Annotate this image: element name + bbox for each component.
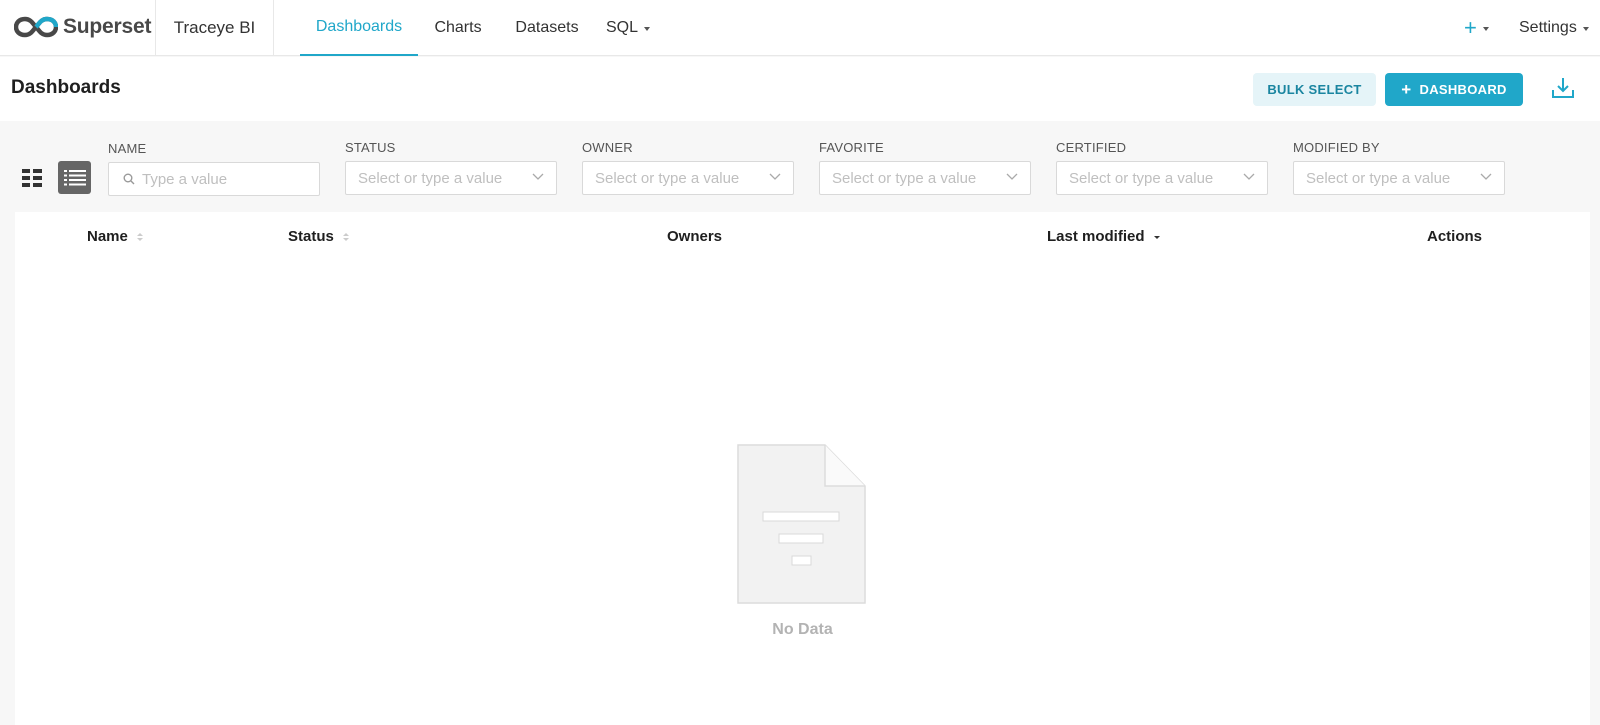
settings-label: Settings [1519,19,1577,36]
name-search-placeholder: Type a value [142,170,228,188]
favorite-select[interactable]: Select or type a value [819,161,1031,195]
chevron-down-icon [644,27,650,31]
filter-favorite-label: FAVORITE [819,140,884,155]
nav-charts[interactable]: Charts [418,0,498,56]
column-last-modified-label: Last modified [1047,228,1145,245]
column-header-owners: Owners [667,228,722,245]
owner-select[interactable]: Select or type a value [582,161,794,195]
certified-select-placeholder: Select or type a value [1069,169,1214,187]
sort-descending-icon [1153,234,1160,239]
sort-icon [342,232,349,241]
nav-sql[interactable]: SQL [596,0,660,56]
plus-icon: + [1464,15,1477,40]
search-icon [123,173,135,185]
modified-by-select[interactable]: Select or type a value [1293,161,1505,195]
empty-state-text: No Data [772,621,833,638]
chevron-down-icon [1482,27,1489,31]
filter-status: STATUS Select or type a value [345,140,557,195]
filter-owner: OWNER Select or type a value [582,140,794,195]
superset-logo[interactable]: Superset [14,12,151,42]
page-title: Dashboards [11,77,121,98]
filter-certified: CERTIFIED Select or type a value [1056,140,1268,195]
column-header-actions: Actions [1427,228,1482,245]
filter-owner-label: OWNER [582,140,633,155]
filter-favorite: FAVORITE Select or type a value [819,140,1031,195]
list-icon [63,169,86,185]
modified-by-select-placeholder: Select or type a value [1306,169,1451,187]
chevron-down-icon [1480,173,1492,180]
column-status-label: Status [288,228,334,245]
add-dashboard-button[interactable]: + DASHBOARD [1385,73,1523,106]
nav-dashboards-label: Dashboards [315,18,403,35]
list-view-toggle[interactable] [58,161,91,194]
filter-name: NAME Type a value [108,141,320,196]
name-search-input[interactable]: Type a value [108,162,320,196]
column-owners-label: Owners [667,228,723,245]
status-select[interactable]: Select or type a value [345,161,557,195]
superset-logo-icon [14,16,58,38]
nav-datasets-label: Datasets [515,19,579,36]
filter-status-label: STATUS [345,140,396,155]
card-view-toggle[interactable] [16,162,48,194]
chevron-down-icon [532,173,544,180]
filter-name-label: NAME [108,141,147,156]
favorite-select-placeholder: Select or type a value [832,169,977,187]
owner-select-placeholder: Select or type a value [595,169,740,187]
sort-icon [136,232,143,241]
nav-datasets[interactable]: Datasets [505,0,589,56]
nav-charts-label: Charts [434,19,482,36]
grid-icon [22,169,42,187]
column-header-last-modified[interactable]: Last modified [1047,228,1160,245]
chevron-down-icon [1243,173,1255,180]
download-icon[interactable] [1550,75,1576,101]
certified-select[interactable]: Select or type a value [1056,161,1268,195]
column-actions-label: Actions [1427,228,1483,245]
add-dashboard-label: DASHBOARD [1419,82,1507,97]
logo-text: Superset [63,15,152,38]
workspace-name[interactable]: Traceye BI [155,0,274,56]
chevron-down-icon [1006,173,1018,180]
empty-document-icon [737,444,866,604]
chevron-down-icon [769,173,781,180]
new-item-menu[interactable]: + [1464,14,1489,42]
filter-modified-by: MODIFIED BY Select or type a value [1293,140,1505,195]
status-select-placeholder: Select or type a value [358,169,503,187]
nav-dashboards[interactable]: Dashboards [300,0,418,56]
filter-certified-label: CERTIFIED [1056,140,1127,155]
column-header-name[interactable]: Name [87,228,143,245]
bulk-select-button[interactable]: BULK SELECT [1253,73,1376,106]
column-header-status[interactable]: Status [288,228,349,245]
top-navbar: Superset Traceye BI Dashboards Charts Da… [0,0,1600,56]
plus-icon: + [1401,79,1412,99]
filter-modified-by-label: MODIFIED BY [1293,140,1380,155]
nav-sql-label: SQL [605,19,638,36]
settings-menu[interactable]: Settings [1519,0,1589,56]
chevron-down-icon [1582,27,1589,31]
dashboards-table: Name Status Owners Last modified Actions… [15,212,1590,725]
page-header: Dashboards BULK SELECT + DASHBOARD [0,57,1600,121]
column-name-label: Name [87,228,128,245]
